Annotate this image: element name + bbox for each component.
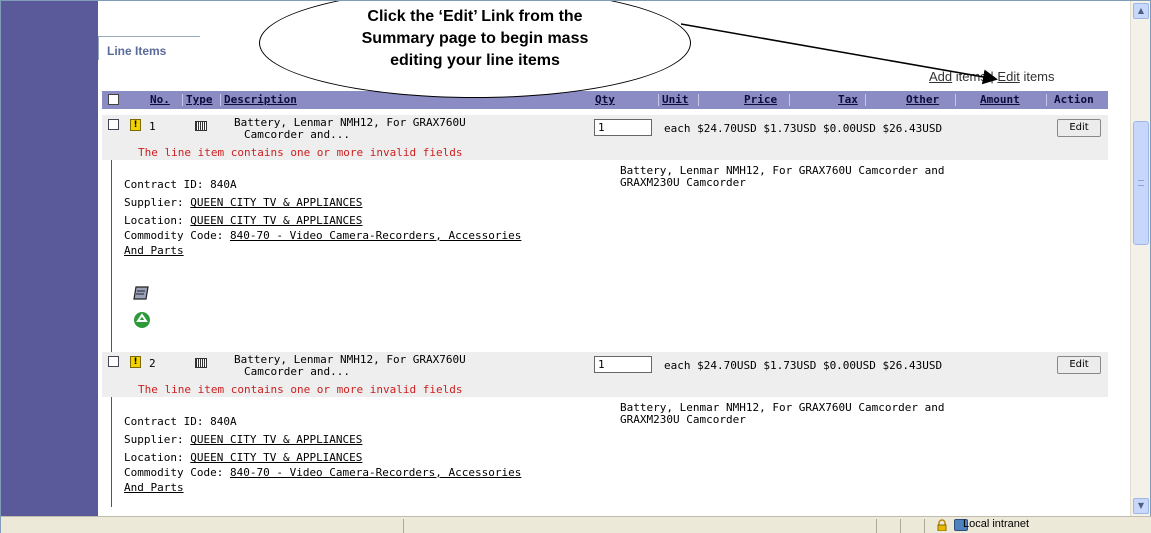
- page-content: Line Items Add items | Edit items No. Ty…: [98, 1, 1131, 516]
- full-desc-line: GRAXM230U Camcorder: [620, 176, 746, 189]
- catalog-item-icon: [195, 121, 207, 131]
- row-details: Contract ID: 840A Supplier: QUEEN CITY T…: [124, 414, 521, 495]
- supplier-link[interactable]: QUEEN CITY TV & APPLIANCES: [190, 196, 362, 209]
- location-label: Location:: [124, 214, 191, 227]
- callout-arrow: [680, 23, 998, 85]
- edit-button[interactable]: Edit: [1057, 119, 1101, 137]
- supplier-label: Supplier:: [124, 196, 191, 209]
- contract-id: Contract ID: 840A: [124, 178, 237, 191]
- invalid-message: The line item contains one or more inval…: [138, 146, 463, 159]
- qty-input[interactable]: 1: [594, 119, 652, 136]
- row-details: Contract ID: 840A Supplier: QUEEN CITY T…: [124, 177, 521, 258]
- left-nav-band: [1, 1, 98, 516]
- edit-button[interactable]: Edit: [1057, 356, 1101, 374]
- commodity-label: Commodity Code:: [124, 466, 230, 479]
- desc-line: Camcorder and...: [244, 128, 350, 141]
- vertical-scrollbar[interactable]: ▲ ▼: [1130, 1, 1150, 516]
- row-number: 1: [149, 120, 156, 133]
- full-description: Battery, Lenmar NMH12, For GRAX760U Camc…: [620, 165, 1050, 189]
- security-zone: Local intranet: [963, 518, 1030, 530]
- scroll-down-icon[interactable]: ▼: [1133, 498, 1149, 514]
- row-description: Battery, Lenmar NMH12, For GRAX760U Camc…: [234, 354, 594, 378]
- qty-input[interactable]: 1: [594, 356, 652, 373]
- warning-icon: !: [130, 356, 141, 368]
- supplier-label: Supplier:: [124, 433, 191, 446]
- invalid-message: The line item contains one or more inval…: [138, 383, 463, 396]
- catalog-item-icon: [195, 358, 207, 368]
- commodity-link[interactable]: 840-70 - Video Camera-Recorders, Accesso…: [230, 466, 521, 479]
- full-desc-line: GRAXM230U Camcorder: [620, 413, 746, 426]
- row-number: 2: [149, 357, 156, 370]
- row-values: each $24.70USD $1.73USD $0.00USD $26.43U…: [664, 122, 943, 135]
- tree-connector: [111, 127, 112, 507]
- scroll-up-icon[interactable]: ▲: [1133, 3, 1149, 19]
- lock-icon: [937, 519, 947, 531]
- location-link[interactable]: QUEEN CITY TV & APPLIANCES: [190, 214, 362, 227]
- desc-line: Camcorder and...: [244, 365, 350, 378]
- commodity-link[interactable]: 840-70 - Video Camera-Recorders, Accesso…: [230, 229, 521, 242]
- location-link[interactable]: QUEEN CITY TV & APPLIANCES: [190, 451, 362, 464]
- row-values: each $24.70USD $1.73USD $0.00USD $26.43U…: [664, 359, 943, 372]
- contract-id: Contract ID: 840A: [124, 415, 237, 428]
- status-separator: [924, 519, 925, 533]
- location-label: Location:: [124, 451, 191, 464]
- status-separator: [403, 519, 404, 533]
- full-description: Battery, Lenmar NMH12, For GRAX760U Camc…: [620, 402, 1050, 426]
- status-bar: Local intranet: [1, 516, 1151, 533]
- commodity-label: Commodity Code:: [124, 229, 230, 242]
- grip-icon: [1138, 180, 1144, 186]
- row-checkbox[interactable]: [108, 356, 119, 367]
- browser-window: Line Items Add items | Edit items No. Ty…: [0, 0, 1151, 533]
- status-separator: [900, 519, 901, 533]
- commodity-link-cont[interactable]: And Parts: [124, 481, 184, 494]
- supplier-link[interactable]: QUEEN CITY TV & APPLIANCES: [190, 433, 362, 446]
- table-row: ! 2 Battery, Lenmar NMH12, For GRAX760U …: [102, 352, 1108, 397]
- table-row: ! 1 Battery, Lenmar NMH12, For GRAX760U …: [102, 115, 1108, 160]
- recycle-icon: [134, 312, 150, 328]
- commodity-link-cont[interactable]: And Parts: [124, 244, 184, 257]
- scrollbar-thumb[interactable]: [1133, 121, 1149, 245]
- status-separator: [876, 519, 877, 533]
- notes-scroll-icon[interactable]: [133, 284, 151, 302]
